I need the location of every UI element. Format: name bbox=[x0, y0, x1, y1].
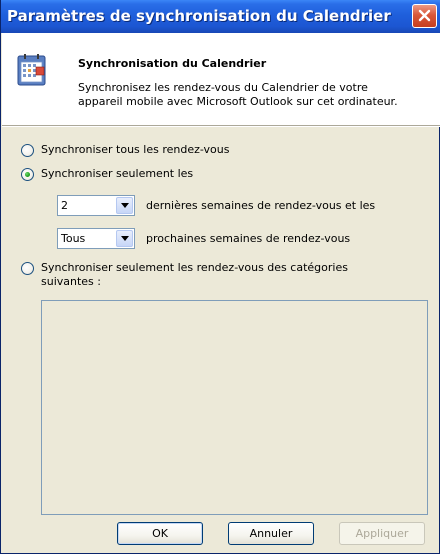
title-bar[interactable]: Paramètres de synchronisation du Calendr… bbox=[1, 0, 440, 33]
future-weeks-label: prochaines semaines de rendez-vous bbox=[146, 232, 351, 245]
future-weeks-select[interactable]: Tous bbox=[57, 228, 135, 249]
close-button[interactable] bbox=[412, 4, 437, 28]
cancel-button[interactable]: Annuler bbox=[228, 522, 314, 545]
chevron-down-icon bbox=[121, 236, 129, 241]
close-icon bbox=[418, 9, 431, 22]
ok-button[interactable]: OK bbox=[117, 522, 203, 545]
radio-sync-all-label[interactable]: Synchroniser tous les rendez-vous bbox=[41, 143, 230, 156]
past-weeks-label: dernières semaines de rendez-vous et les bbox=[146, 199, 376, 212]
future-weeks-dropdown-button[interactable] bbox=[116, 230, 133, 247]
header-area bbox=[2, 33, 440, 125]
radio-sync-categories-label[interactable]: Synchroniser seulement les rendez-vous d… bbox=[41, 261, 371, 289]
radio-sync-only-label[interactable]: Synchroniser seulement les bbox=[41, 167, 193, 180]
header-title: Synchronisation du Calendrier bbox=[78, 57, 267, 70]
header-separator bbox=[2, 125, 440, 127]
header-description: Synchronisez les rendez-vous du Calendri… bbox=[78, 81, 398, 108]
past-weeks-dropdown-button[interactable] bbox=[116, 197, 133, 214]
radio-sync-only[interactable] bbox=[21, 168, 34, 181]
categories-list[interactable] bbox=[41, 300, 428, 515]
past-weeks-value: 2 bbox=[61, 199, 68, 212]
sync-settings-dialog: Paramètres de synchronisation du Calendr… bbox=[0, 0, 440, 554]
future-weeks-value: Tous bbox=[61, 232, 86, 245]
radio-selected-dot bbox=[25, 172, 30, 177]
past-weeks-select[interactable]: 2 bbox=[57, 195, 135, 216]
calendar-icon bbox=[17, 54, 46, 86]
radio-sync-all[interactable] bbox=[21, 144, 34, 157]
radio-sync-categories[interactable] bbox=[21, 262, 34, 275]
window-title: Paramètres de synchronisation du Calendr… bbox=[7, 7, 391, 25]
chevron-down-icon bbox=[121, 203, 129, 208]
apply-button[interactable]: Appliquer bbox=[339, 522, 425, 545]
